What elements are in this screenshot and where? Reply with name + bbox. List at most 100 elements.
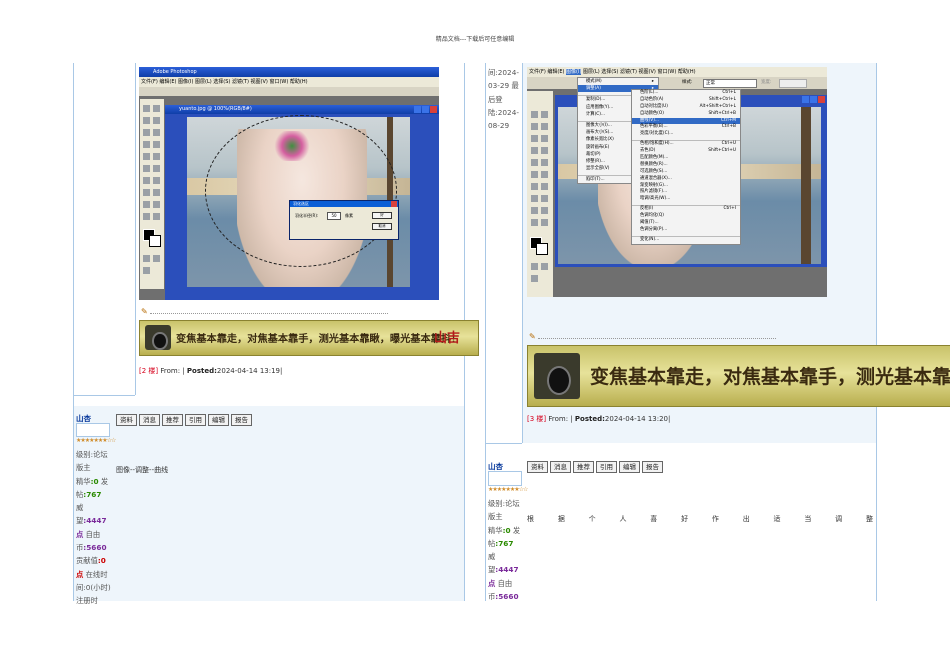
menu-item[interactable]: 自动色阶(A) Shift+Ctrl+L	[632, 97, 740, 104]
eraser-tool-icon[interactable]	[143, 165, 150, 172]
move-tool-icon[interactable]	[153, 105, 160, 112]
marquee-tool-icon[interactable]	[143, 105, 150, 112]
menu-image[interactable]: 图像(I)	[566, 69, 582, 75]
wand-tool-icon[interactable]	[541, 123, 548, 130]
avatar[interactable]	[488, 471, 522, 486]
menu-view[interactable]: 视图(V)	[639, 69, 656, 75]
menu-item[interactable]: 暗调/高光(W)...	[632, 196, 740, 203]
path-tool-icon[interactable]	[153, 177, 160, 184]
path-tool-icon[interactable]	[541, 183, 548, 190]
profile-button[interactable]: 资料	[116, 414, 137, 426]
menu-item[interactable]: 模式(M) ▸	[578, 78, 658, 85]
menu-item[interactable]: 自动对比度(U) Alt+Shift+Ctrl+L	[632, 104, 740, 111]
wand-tool-icon[interactable]	[153, 117, 160, 124]
dodge-tool-icon[interactable]	[531, 183, 538, 190]
slice-tool-icon[interactable]	[541, 135, 548, 142]
menu-window[interactable]: 窗口(W)	[657, 69, 676, 75]
shape-tool-icon[interactable]	[531, 207, 538, 214]
menu-item[interactable]: 通道混合器(X)...	[632, 176, 740, 183]
minimize-icon[interactable]	[414, 106, 421, 113]
notes-tool-icon[interactable]	[541, 207, 548, 214]
edit-button[interactable]: 编辑	[208, 414, 229, 426]
menu-select[interactable]: 选择(S)	[601, 69, 618, 75]
style-select[interactable]: 正常	[703, 79, 757, 88]
crop-tool-icon[interactable]	[531, 135, 538, 142]
menu-edit[interactable]: 编辑(E)	[159, 79, 176, 85]
notes-tool-icon[interactable]	[153, 201, 160, 208]
close-icon[interactable]	[818, 96, 825, 103]
crop-tool-icon[interactable]	[143, 129, 150, 136]
menu-item[interactable]: 阈值(T)...	[632, 220, 740, 227]
background-color-swatch[interactable]	[536, 243, 548, 255]
heal-tool-icon[interactable]	[143, 141, 150, 148]
history-brush-icon[interactable]	[153, 153, 160, 160]
report-button[interactable]: 报告	[231, 414, 252, 426]
pen-tool-icon[interactable]	[541, 195, 548, 202]
avatar[interactable]	[76, 423, 110, 437]
eraser-tool-icon[interactable]	[531, 171, 538, 178]
menu-item[interactable]: 自动颜色(O) Shift+Ctrl+B	[632, 111, 740, 118]
menu-filter[interactable]: 滤镜(T)	[232, 79, 249, 85]
menu-item[interactable]: 色调分离(P)...	[632, 227, 740, 234]
menu-item[interactable]: 替换颜色(R)...	[632, 162, 740, 169]
menu-item[interactable]: 色阶(L)... Ctrl+L	[632, 90, 740, 97]
jump-to-icon[interactable]	[143, 267, 150, 274]
menu-file[interactable]: 文件(F)	[529, 69, 546, 75]
menu-select[interactable]: 选择(S)	[213, 79, 230, 85]
screen-mode-icon[interactable]	[153, 255, 160, 262]
quickmask-icon[interactable]	[531, 263, 538, 270]
menu-item[interactable]: 变化(N)...	[632, 237, 740, 244]
menu-item[interactable]: 匹配颜色(M)...	[632, 155, 740, 162]
ok-button[interactable]: 好	[372, 212, 392, 219]
marquee-tool-icon[interactable]	[531, 111, 538, 118]
eyedropper-tool-icon[interactable]	[143, 213, 150, 220]
gradient-tool-icon[interactable]	[541, 171, 548, 178]
text-tool-icon[interactable]	[531, 195, 538, 202]
feather-radius-input[interactable]: 50	[327, 212, 341, 220]
quickmask-icon[interactable]	[143, 255, 150, 262]
report-button[interactable]: 报告	[642, 461, 663, 473]
quote-button[interactable]: 引用	[596, 461, 617, 473]
width-input[interactable]	[779, 79, 807, 88]
brush-tool-icon[interactable]	[541, 147, 548, 154]
screen-mode-icon[interactable]	[541, 263, 548, 270]
close-icon[interactable]	[430, 106, 437, 113]
background-color-swatch[interactable]	[149, 235, 161, 247]
edit-button[interactable]: 编辑	[619, 461, 640, 473]
menu-view[interactable]: 视图(V)	[251, 79, 268, 85]
recommend-button[interactable]: 推荐	[162, 414, 183, 426]
menu-help[interactable]: 帮助(H)	[290, 79, 308, 85]
brush-tool-icon[interactable]	[153, 141, 160, 148]
heal-tool-icon[interactable]	[531, 147, 538, 154]
profile-button[interactable]: 资料	[527, 461, 548, 473]
move-tool-icon[interactable]	[541, 111, 548, 118]
recommend-button[interactable]: 推荐	[573, 461, 594, 473]
menu-filter[interactable]: 滤镜(T)	[620, 69, 637, 75]
menu-layer[interactable]: 图层(L)	[583, 69, 600, 75]
stamp-tool-icon[interactable]	[143, 153, 150, 160]
menu-edit[interactable]: 编辑(E)	[547, 69, 564, 75]
gradient-tool-icon[interactable]	[153, 165, 160, 172]
message-button[interactable]: 消息	[139, 414, 160, 426]
eyedropper-tool-icon[interactable]	[531, 219, 538, 226]
dodge-tool-icon[interactable]	[143, 177, 150, 184]
slice-tool-icon[interactable]	[153, 129, 160, 136]
minimize-icon[interactable]	[802, 96, 809, 103]
cancel-button[interactable]: 取消	[372, 223, 392, 230]
hand-tool-icon[interactable]	[541, 219, 548, 226]
maximize-icon[interactable]	[810, 96, 817, 103]
menu-file[interactable]: 文件(F)	[141, 79, 158, 85]
stamp-tool-icon[interactable]	[531, 159, 538, 166]
menu-help[interactable]: 帮助(H)	[678, 69, 696, 75]
message-button[interactable]: 消息	[550, 461, 571, 473]
quote-button[interactable]: 引用	[185, 414, 206, 426]
history-brush-icon[interactable]	[541, 159, 548, 166]
menu-item[interactable]: 可选颜色(S)...	[632, 169, 740, 176]
shape-tool-icon[interactable]	[143, 201, 150, 208]
hand-tool-icon[interactable]	[153, 213, 160, 220]
pen-tool-icon[interactable]	[153, 189, 160, 196]
menu-item[interactable]: 亮度/对比度(C)...	[632, 131, 740, 138]
dialog-close-icon[interactable]	[391, 201, 397, 207]
jump-to-icon[interactable]	[531, 275, 538, 282]
menu-item[interactable]: 去色(D) Shift+Ctrl+U	[632, 148, 740, 155]
